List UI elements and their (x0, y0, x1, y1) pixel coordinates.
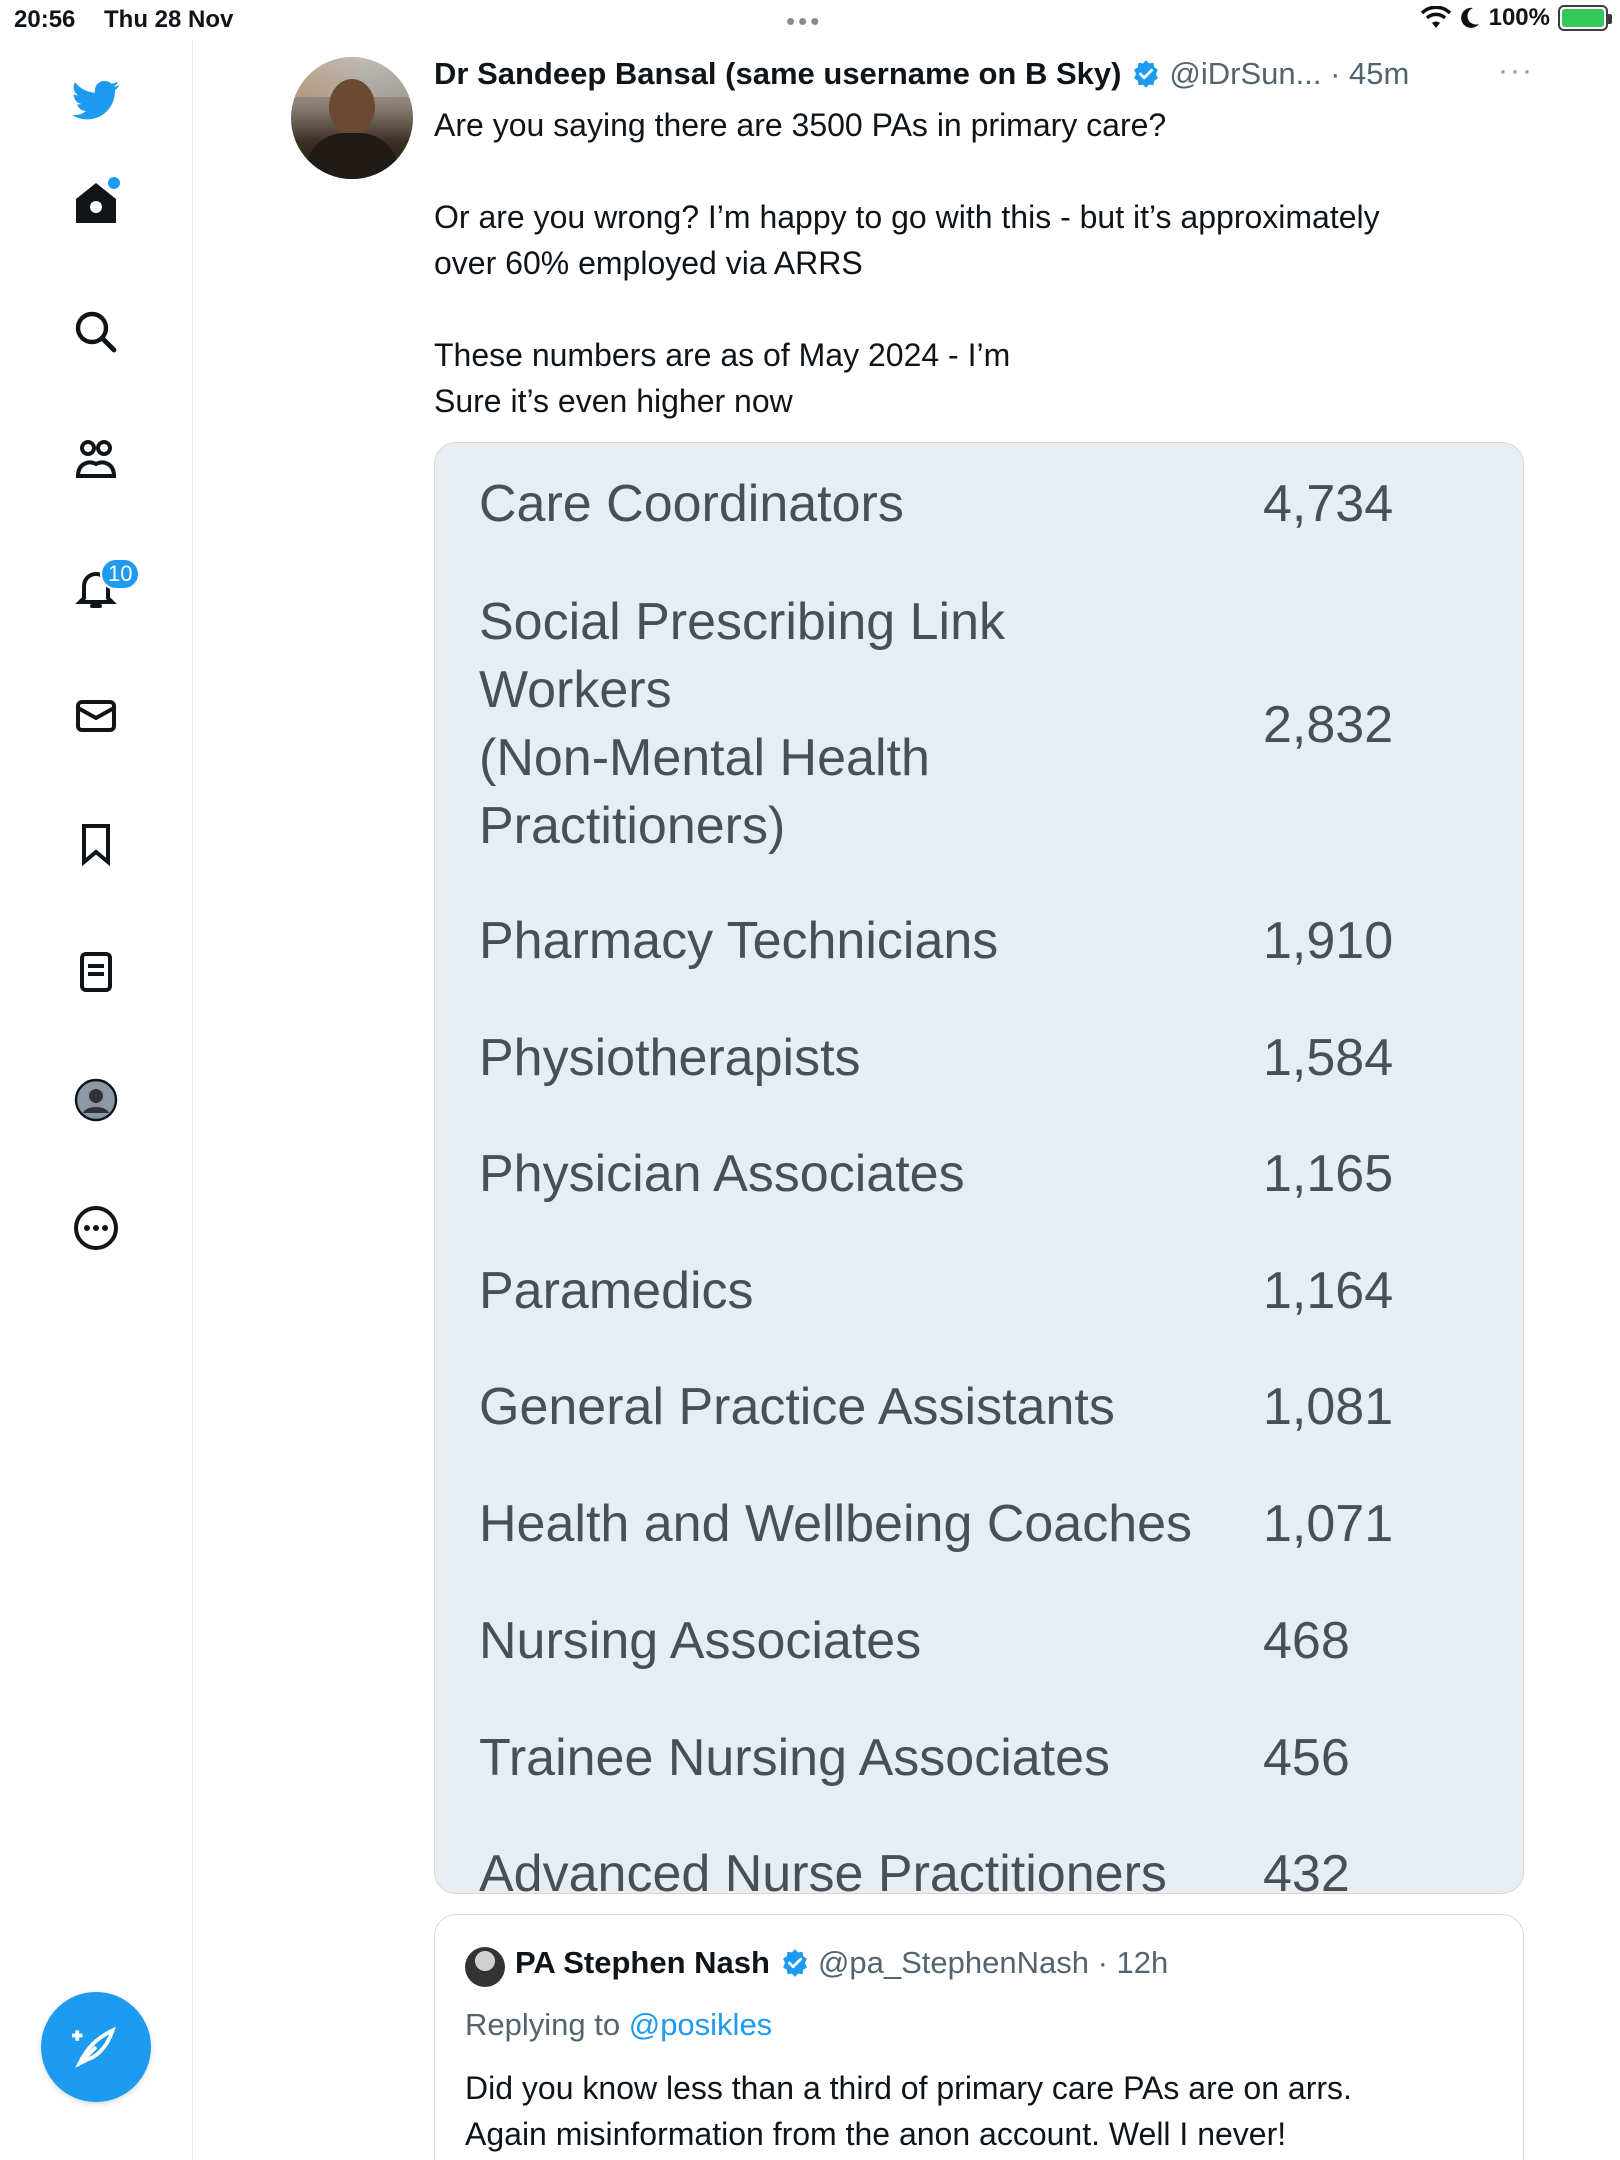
quote-handle-time: @pa_StephenNash · 12h (817, 1945, 1169, 1980)
media-row-value: 1,165 (1263, 1145, 1394, 1203)
compose-feather-icon (72, 2026, 116, 2068)
quoted-tweet[interactable]: PA Stephen Nash @pa_StephenNash · 12h Re… (434, 1914, 1524, 2160)
quote-header: PA Stephen Nash @pa_StephenNash · 12h (515, 1945, 1168, 1981)
replying-to: Replying to @posikles (465, 2007, 772, 2043)
media-row-value: 4,734 (1263, 475, 1394, 533)
tweet-more-icon[interactable]: ··· (1498, 54, 1534, 88)
media-row-value: 1,164 (1263, 1262, 1394, 1320)
media-row-label: Physiotherapists (479, 1029, 861, 1087)
media-row-value: 468 (1263, 1612, 1350, 1670)
media-row-value: 456 (1263, 1729, 1350, 1787)
compose-tweet-button[interactable] (41, 1992, 151, 2102)
media-row-label: Paramedics (479, 1262, 754, 1320)
tweet-media-image[interactable]: Care Coordinators 4,734 Social Prescribi… (434, 442, 1524, 1894)
media-row-value: 1,081 (1263, 1378, 1394, 1436)
author-avatar[interactable] (291, 57, 413, 179)
quote-text: Did you know less than a third of primar… (465, 2065, 1505, 2157)
tweet-line: These numbers are as of May 2024 - I’m (434, 337, 1011, 373)
tweet-line: over 60% employed via ARRS (434, 245, 863, 281)
battery-icon (1558, 5, 1612, 31)
replying-to-prefix: Replying to (465, 2007, 621, 2042)
profile-avatar-icon[interactable] (64, 1068, 128, 1132)
verified-badge-icon (1134, 60, 1159, 88)
media-row-label: Trainee Nursing Associates (479, 1729, 1111, 1787)
media-row-label: General Practice Assistants (479, 1378, 1115, 1436)
media-row-label: Physician Associates (479, 1145, 965, 1203)
status-right: 100% (1420, 4, 1612, 32)
tweet-text: Are you saying there are 3500 PAs in pri… (434, 102, 1474, 424)
quote-line: Again misinformation from the anon accou… (465, 2116, 1287, 2152)
messages-envelope-icon[interactable] (64, 684, 128, 748)
home-icon[interactable] (64, 171, 128, 235)
quote-author-avatar (465, 1947, 505, 1987)
replying-to-link[interactable]: @posikles (629, 2007, 772, 2042)
media-row-label: Social Prescribing Link Workers (Non-Men… (479, 593, 1006, 855)
home-unread-dot (108, 177, 120, 189)
media-row-value: 432 (1263, 1845, 1350, 1894)
bookmarks-icon[interactable] (64, 812, 128, 876)
status-time: 20:56 (14, 6, 76, 33)
quote-author-name: PA Stephen Nash (515, 1945, 770, 1980)
notifications-badge: 10 (100, 558, 141, 590)
verified-badge-icon (783, 1949, 807, 1977)
media-row-value: 2,832 (1263, 696, 1394, 754)
notifications-bell-icon[interactable]: 10 (64, 556, 141, 620)
tweet-header: Dr Sandeep Bansal (same username on B Sk… (434, 54, 1534, 94)
sidebar: 10 (0, 40, 193, 2160)
media-row-label: Care Coordinators (479, 475, 904, 533)
wifi-icon (1420, 6, 1451, 28)
twitter-logo-icon[interactable] (64, 68, 128, 132)
media-row-value: 1,910 (1263, 912, 1394, 970)
media-row-label: Advanced Nurse Practitioners (479, 1845, 1167, 1894)
search-icon[interactable] (64, 300, 128, 364)
media-row-value: 1,071 (1263, 1495, 1394, 1553)
media-row-label: Health and Wellbeing Coaches (479, 1495, 1193, 1553)
multitasking-dots-icon[interactable]: ••• (786, 6, 822, 37)
communities-icon[interactable] (64, 428, 128, 492)
lists-icon[interactable] (64, 940, 128, 1004)
tweet-line: Are you saying there are 3500 PAs in pri… (434, 107, 1167, 143)
quote-line: Did you know less than a third of primar… (465, 2070, 1352, 2106)
author-handle-time: @iDrSun... · 45m (1169, 56, 1410, 91)
battery-percent: 100% (1488, 4, 1550, 31)
tweet-line: Sure it’s even higher now (434, 383, 793, 419)
tweet-line (434, 286, 1474, 332)
moon-icon (1460, 7, 1479, 28)
media-row-label: Nursing Associates (479, 1612, 922, 1670)
more-options-icon[interactable] (64, 1196, 128, 1260)
media-row-value: 1,584 (1263, 1029, 1394, 1087)
author-name[interactable]: Dr Sandeep Bansal (same username on B Sk… (434, 56, 1121, 92)
status-date: Thu 28 Nov (104, 6, 234, 33)
media-row-label: Pharmacy Technicians (479, 912, 999, 970)
status-bar: 20:56 Thu 28 Nov ••• 100% (0, 0, 1620, 40)
tweet-line: Or are you wrong? I’m happy to go with t… (434, 199, 1380, 235)
tweet-line (434, 148, 1474, 194)
